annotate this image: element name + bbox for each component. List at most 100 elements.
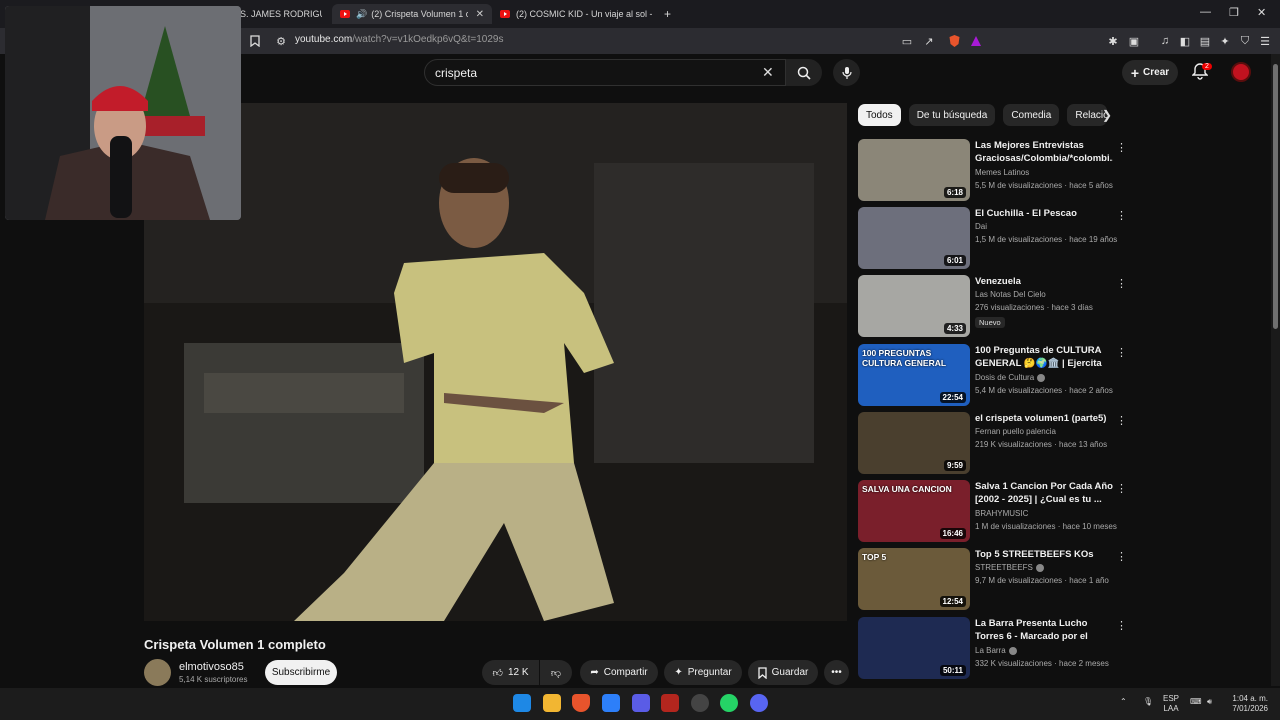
video-thumbnail[interactable]: 6:01 [858,207,970,269]
more-vertical-icon[interactable]: ⋮ [1116,141,1127,154]
recommendation-channel[interactable]: STREETBEEFS [975,563,1044,572]
new-tab-button[interactable]: + [664,4,671,24]
start-icon[interactable] [513,694,531,712]
more-vertical-icon[interactable]: ⋮ [1116,209,1127,222]
url-field[interactable]: youtube.com/watch?v=v1kOedkp6vQ&t=1029s [295,34,503,45]
recommendation-channel[interactable]: Dosis de Cultura [975,373,1046,382]
vpn-icon[interactable]: ⛉ [1236,32,1254,50]
video-thumbnail[interactable]: 100 PREGUNTAS CULTURA GENERAL 22:54 [858,344,970,406]
search-button[interactable] [786,59,822,86]
game-icon[interactable] [632,694,650,712]
more-vertical-icon[interactable]: ⋮ [1116,619,1127,632]
more-vertical-icon[interactable]: ⋮ [1116,277,1127,290]
reader-icon[interactable]: ▣ [1125,32,1143,50]
app-icon[interactable] [691,694,709,712]
menu-icon[interactable]: ☰ [1256,32,1274,50]
more-vertical-icon[interactable]: ⋮ [1116,482,1127,495]
share-button[interactable]: ➦ Compartir [580,660,658,685]
clear-search-icon[interactable]: ✕ [762,64,774,81]
chip-all[interactable]: Todos [858,104,901,126]
recommendation-item[interactable]: SALVA UNA CANCION 16:46 Salva 1 Cancion … [858,480,1128,542]
tab-cosmic-kid[interactable]: (2) COSMIC KID - Un viaje al sol - Yo [500,4,652,24]
wallet-icon[interactable]: ▤ [1196,32,1214,50]
sidebar-icon[interactable]: ◧ [1176,32,1194,50]
video-thumbnail[interactable]: TOP 5 12:54 [858,548,970,610]
channel-avatar[interactable] [144,659,171,686]
recommendation-item[interactable]: 100 PREGUNTAS CULTURA GENERAL 22:54 100 … [858,344,1128,406]
tab-james-rodriguez[interactable]: S. JAMES RODRIGUEZ [240,4,322,24]
recommendation-item[interactable]: 4:33 Venezuela Las Notas Del Cielo 276 v… [858,275,1128,337]
video-thumbnail[interactable]: 6:18 [858,139,970,201]
share-icon[interactable]: ↗ [920,32,938,50]
recommendation-channel[interactable]: Memes Latinos [975,168,1029,177]
recommendation-channel[interactable]: BRAHYMUSIC [975,509,1028,518]
file-explorer-icon[interactable] [543,694,561,712]
like-button[interactable]: 👍︎ 12 K [482,660,539,685]
tab-crispeta[interactable]: 🔊 (2) Crispeta Volumen 1 compl ✕ [332,4,492,24]
recommendation-item[interactable]: 9:59 el crispeta volumen1 (parte5) Ferna… [858,412,1128,474]
recommendation-title[interactable]: La Barra Presenta Lucho Torres 6 - Marca… [975,617,1113,643]
video-thumbnail[interactable]: 50:11 [858,617,970,679]
site-settings-icon[interactable]: ⚙ [272,32,290,50]
video-player[interactable] [144,103,847,621]
recommendation-title[interactable]: Venezuela [975,275,1113,288]
leo-icon[interactable]: ✦ [1216,32,1234,50]
extensions-icon[interactable]: ✱ [1104,32,1122,50]
recommendation-title[interactable]: Salva 1 Cancion Por Cada Año [2002 - 202… [975,480,1113,506]
account-avatar[interactable] [1231,62,1251,82]
dislike-button[interactable]: 👎︎ [540,660,572,685]
recommendation-item[interactable]: 6:01 El Cuchilla - El Pescao Dai 1,5 M d… [858,207,1128,269]
scrollbar-thumb[interactable] [1273,64,1278,329]
whatsapp-icon[interactable] [720,694,738,712]
music-icon[interactable]: ♫ [1156,32,1174,50]
bookmark-icon[interactable] [246,32,264,50]
store-icon[interactable] [602,694,620,712]
more-actions-button[interactable]: ••• [824,660,849,685]
recommendation-channel[interactable]: Dai [975,222,987,231]
more-vertical-icon[interactable]: ⋮ [1116,550,1127,563]
recommendation-channel[interactable]: La Barra [975,646,1017,655]
recommendation-channel[interactable]: Fernan puello palencia [975,427,1056,436]
scrollbar[interactable] [1271,54,1280,686]
recommendation-item[interactable]: 50:11 La Barra Presenta Lucho Torres 6 -… [858,617,1128,679]
video-thumbnail[interactable]: 9:59 [858,412,970,474]
discord-icon[interactable] [750,694,768,712]
brave-shield-icon[interactable] [945,32,963,50]
recommendation-title[interactable]: el crispeta volumen1 (parte5) [975,412,1113,425]
maximize-icon[interactable]: ❐ [1229,6,1239,19]
recommendation-title[interactable]: El Cuchilla - El Pescao [975,207,1113,220]
brave-browser-icon[interactable] [572,694,590,712]
recommendation-channel[interactable]: Las Notas Del Cielo [975,290,1046,299]
recommendation-title[interactable]: Top 5 STREETBEEFS KOs [975,548,1113,561]
create-button[interactable]: + Crear [1122,60,1178,85]
cast-icon[interactable]: ▭ [898,32,916,50]
more-vertical-icon[interactable]: ⋮ [1116,414,1127,427]
volume-icon[interactable]: 🔊︎ [1207,697,1212,707]
recommendation-title[interactable]: Las Mejores Entrevistas Graciosas/Colomb… [975,139,1113,165]
rewards-icon[interactable] [967,32,985,50]
subscribe-button[interactable]: Subscribirme [265,660,337,685]
video-thumbnail[interactable]: SALVA UNA CANCION 16:46 [858,480,970,542]
chip-comedy[interactable]: Comedia [1003,104,1060,126]
media-app-icon[interactable] [661,694,679,712]
close-window-icon[interactable]: ✕ [1257,6,1266,19]
video-thumbnail[interactable]: 4:33 [858,275,970,337]
recommendation-title[interactable]: 100 Preguntas de CULTURA GENERAL 🤔🌍🏛️ | … [975,344,1113,370]
chevron-up-icon[interactable]: ⌃ [1120,697,1127,707]
search-input[interactable]: crispeta [424,59,786,86]
close-tab-icon[interactable]: ✕ [476,9,484,20]
recommendation-item[interactable]: 6:18 Las Mejores Entrevistas Graciosas/C… [858,139,1128,201]
chevron-right-icon[interactable]: ❯ [1102,108,1112,122]
save-button[interactable]: Guardar [748,660,818,685]
clock[interactable]: 1:04 a. m. 7/01/2026 [1226,694,1268,714]
language-indicator[interactable]: ESP LAA [1163,694,1179,714]
microphone-tray-icon[interactable]: 🎙︎ [1143,697,1153,707]
chip-from-search[interactable]: De tu búsqueda [908,104,996,126]
ask-button[interactable]: ✦ Preguntar [664,660,742,685]
minimize-icon[interactable]: — [1200,6,1211,18]
voice-search-button[interactable] [833,59,860,86]
more-vertical-icon[interactable]: ⋮ [1116,346,1127,359]
channel-name[interactable]: elmotivoso85 [179,661,244,673]
recommendation-item[interactable]: TOP 5 12:54 Top 5 STREETBEEFS KOs STREET… [858,548,1128,610]
network-icon[interactable]: ⌨ [1190,697,1202,707]
